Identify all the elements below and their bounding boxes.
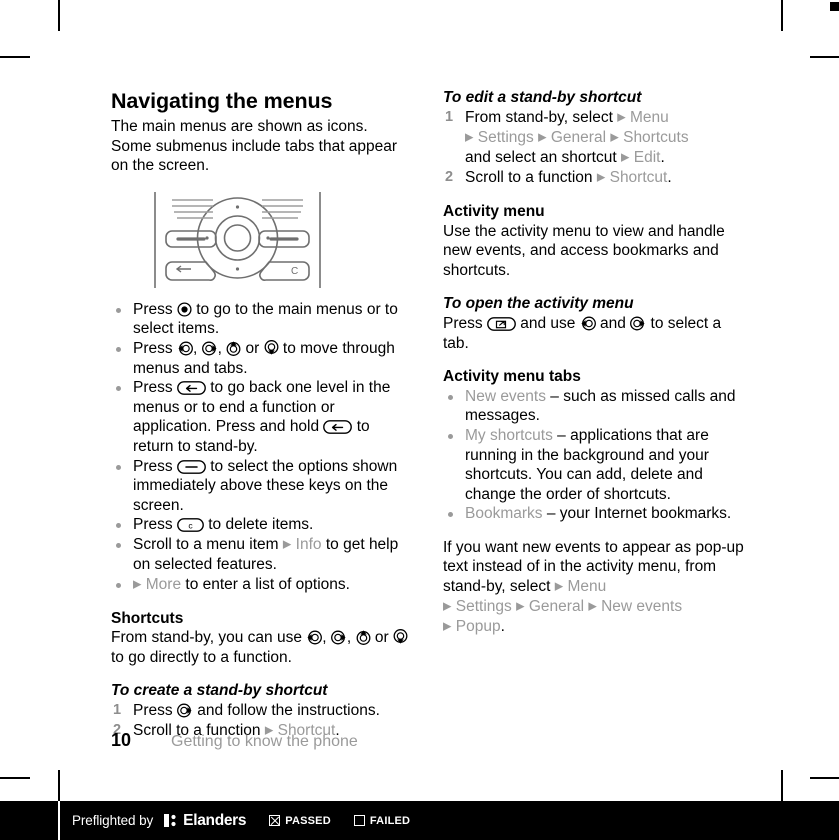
menu-path-term: Menu <box>625 108 669 126</box>
shortcuts-paragraph: From stand-by, you can use , , or to go … <box>111 628 411 667</box>
failed-checkbox[interactable] <box>353 815 365 826</box>
failed-checkbox-group[interactable]: FAILED <box>353 814 411 827</box>
chapter-title: Getting to know the phone <box>171 733 358 750</box>
preflight-bar: Preflighted by Elanders PASSED FAILED <box>0 801 839 840</box>
menu-path-term: My shortcuts <box>465 426 553 444</box>
menu-path-term: Settings <box>473 128 539 146</box>
list-item: Press and follow the instructions. <box>113 701 380 720</box>
menu-path-arrow-icon: ▶ <box>554 580 564 593</box>
phone-navigation-keys-diagram: C <box>111 190 411 290</box>
menu-path-arrow-icon: ▶ <box>588 600 597 613</box>
list-item: Press to select the options shown immedi… <box>111 457 411 516</box>
navigation-bullet-list: Press to go to the main menus or to sele… <box>111 300 411 595</box>
menu-path-arrow-icon: ▶ <box>610 131 619 144</box>
menu-path-term: Shortcuts <box>618 128 689 146</box>
activity-menu-tabs-list: New events – such as missed calls and me… <box>443 387 745 524</box>
menu-path-arrow-icon: ▶ <box>617 111 626 124</box>
menu-path-term: General <box>546 128 611 146</box>
menu-path-term: New events <box>596 598 683 616</box>
select-key-icon <box>177 302 192 317</box>
menu-path-term: More <box>141 575 182 593</box>
passed-label: PASSED <box>285 814 331 827</box>
edit-shortcut-steps: From stand-by, select ▶ Menu ▶ Settings ▶… <box>443 108 745 188</box>
menu-path-term: Settings <box>451 598 517 616</box>
passed-checkbox-group[interactable]: PASSED <box>269 815 331 827</box>
nav-up-key-icon <box>226 340 241 356</box>
activity-menu-heading: Activity menu <box>443 202 545 220</box>
list-item: My shortcuts – applications that are run… <box>443 426 745 504</box>
menu-path-term: New events <box>465 387 546 405</box>
list-item: Bookmarks – your Internet bookmarks. <box>443 504 745 524</box>
intro-paragraph: The main menus are shown as icons. Some … <box>111 118 398 175</box>
activity-menu-key-icon <box>487 317 516 331</box>
activity-menu-tabs-heading: Activity menu tabs <box>443 368 581 386</box>
nav-left-key-icon <box>177 341 193 356</box>
open-activity-menu-paragraph: Press and use and to select a tab. <box>443 314 722 352</box>
back-key-icon <box>177 381 206 396</box>
activity-menu-paragraph: Use the activity menu to view and handle… <box>443 222 725 279</box>
menu-path-term: Menu <box>563 578 607 596</box>
list-item: Scroll to a function ▶ Shortcut. <box>445 168 672 188</box>
popup-paragraph: If you want new events to appear as pop-… <box>443 538 744 636</box>
elanders-logo: Elanders <box>164 811 247 830</box>
menu-path-term: Edit <box>629 148 661 166</box>
list-item: New events – such as missed calls and me… <box>443 387 745 426</box>
page-title: Navigating the menus <box>111 89 333 113</box>
list-item: Press , , or to move through menus and t… <box>111 339 411 378</box>
open-activity-menu-heading: To open the activity menu <box>443 295 634 313</box>
passed-checkbox[interactable] <box>269 815 281 826</box>
back-key-icon <box>323 420 353 435</box>
svg-text:c: c <box>188 521 193 531</box>
nav-right-key-icon <box>630 316 646 331</box>
menu-path-term: Info <box>291 535 322 553</box>
clear-key-icon: c <box>177 518 204 533</box>
nav-right-key-icon <box>201 341 218 356</box>
menu-path-term: Popup <box>451 618 501 636</box>
list-item: From stand-by, select ▶ Menu ▶ Settings ▶… <box>445 108 689 166</box>
svg-text:C: C <box>291 266 298 277</box>
shortcuts-heading: Shortcuts <box>111 609 184 627</box>
nav-right-key-icon <box>330 630 347 645</box>
list-item: Press to go to the main menus or to sele… <box>111 300 411 339</box>
nav-up-key-icon <box>356 629 371 646</box>
manual-page: Navigating the menus The main menus are … <box>0 0 839 790</box>
preflight-text: Preflighted by <box>72 813 154 828</box>
nav-left-key-icon <box>580 316 596 331</box>
soft-key-icon <box>177 459 206 474</box>
left-column: Navigating the menus The main menus are … <box>111 88 411 741</box>
nav-right-key-icon <box>176 703 193 718</box>
list-item: Scroll to a menu item ▶ Info to get help… <box>111 535 411 575</box>
menu-path-term: Bookmarks <box>465 505 543 523</box>
page-footer: 10 Getting to know the phone <box>111 730 511 751</box>
right-column: To edit a stand-by shortcut From stand-b… <box>443 88 745 637</box>
elanders-logo-mark <box>164 814 176 827</box>
menu-path-arrow-icon: ▶ <box>538 131 547 144</box>
menu-path-term: General <box>524 598 589 616</box>
list-item: Press c to delete items. <box>111 515 411 535</box>
page-number: 10 <box>111 730 132 750</box>
nav-down-key-icon <box>393 629 408 645</box>
elanders-brand-name: Elanders <box>183 811 247 829</box>
failed-label: FAILED <box>369 814 411 827</box>
list-item: Press to go back one level in the menus … <box>111 378 411 456</box>
edit-shortcut-heading: To edit a stand-by shortcut <box>443 89 642 106</box>
menu-path-arrow-icon: ▶ <box>516 600 525 613</box>
nav-down-key-icon <box>264 340 279 356</box>
create-shortcut-heading: To create a stand-by shortcut <box>111 682 328 700</box>
menu-path-term: Shortcut <box>605 168 668 186</box>
list-item: ▶ More to enter a list of options. <box>111 575 411 595</box>
nav-left-key-icon <box>306 630 323 645</box>
